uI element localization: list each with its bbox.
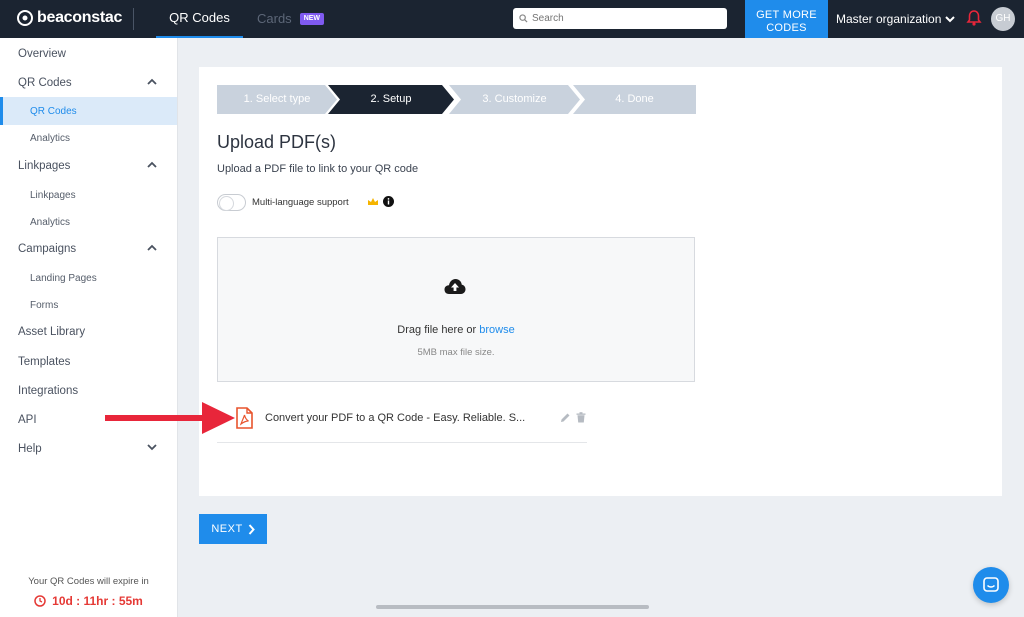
tab-cards[interactable]: Cards NEW <box>257 0 325 38</box>
sidebar-item-help[interactable]: Help <box>0 439 177 459</box>
organization-name: Master organization <box>836 12 942 26</box>
get-more-line-1: GET MORE <box>756 9 817 21</box>
sidebar: Overview QR Codes QR Codes Analytics Lin… <box>0 38 178 617</box>
step-select-type[interactable]: 1. Select type <box>217 85 337 114</box>
organization-dropdown[interactable]: Master organization <box>836 12 956 26</box>
multi-language-toggle[interactable] <box>217 194 246 211</box>
file-dropzone[interactable]: Drag file here or browse 5MB max file si… <box>217 237 695 382</box>
tab-cards-label: Cards <box>257 11 292 26</box>
get-more-line-2: CODES <box>766 22 807 34</box>
chevron-up-icon <box>147 78 157 85</box>
sidebar-item-linkpages[interactable]: Linkpages <box>0 156 177 176</box>
file-name: Convert your PDF to a QR Code - Easy. Re… <box>265 412 526 424</box>
sidebar-item-landing-pages[interactable]: Landing Pages <box>0 268 177 288</box>
sidebar-item-linkpages-list[interactable]: Linkpages <box>0 185 177 205</box>
sidebar-item-linkpages-analytics[interactable]: Analytics <box>0 212 177 232</box>
annotation-arrow <box>105 402 235 434</box>
sidebar-item-campaigns[interactable]: Campaigns <box>0 239 177 259</box>
cloud-upload-icon <box>444 279 466 294</box>
bell-icon[interactable] <box>966 9 982 27</box>
search-box[interactable] <box>513 8 727 29</box>
expire-notice: Your QR Codes will expire in <box>28 576 149 587</box>
step-done[interactable]: 4. Done <box>573 85 696 114</box>
chevron-right-icon <box>248 523 255 535</box>
search-icon <box>519 14 528 23</box>
beaconstac-logo-icon <box>17 10 33 26</box>
new-badge: NEW <box>299 13 325 25</box>
navbar-divider <box>133 8 134 30</box>
chat-widget-button[interactable] <box>973 567 1009 603</box>
wizard-steps: 1. Select type 2. Setup 3. Customize 4. … <box>217 85 696 114</box>
chat-icon <box>983 577 999 592</box>
drag-text: Drag file here or <box>397 324 477 336</box>
sidebar-help-label: Help <box>18 443 42 455</box>
uploaded-file-row: Convert your PDF to a QR Code - Easy. Re… <box>217 401 587 443</box>
top-navbar: beaconstac QR Codes Cards NEW GET MORE C… <box>0 0 1024 38</box>
get-more-codes-button[interactable]: GET MORE CODES <box>745 0 828 38</box>
browse-link[interactable]: browse <box>479 324 514 336</box>
sidebar-qr-codes-label: QR Codes <box>18 77 72 89</box>
page-subtitle: Upload a PDF file to link to your QR cod… <box>217 163 419 175</box>
step-customize[interactable]: 3. Customize <box>449 85 580 114</box>
multi-language-label: Multi-language support <box>252 197 349 208</box>
setup-panel: 1. Select type 2. Setup 3. Customize 4. … <box>199 67 1002 496</box>
max-size-note: 5MB max file size. <box>417 347 495 358</box>
next-button[interactable]: NEXT <box>199 514 267 544</box>
sidebar-linkpages-label: Linkpages <box>18 160 71 172</box>
trash-icon[interactable] <box>576 412 586 423</box>
chevron-down-icon <box>945 15 956 22</box>
crown-icon <box>368 198 378 205</box>
sidebar-item-qr-codes-list[interactable]: QR Codes <box>0 97 177 125</box>
step-setup[interactable]: 2. Setup <box>328 85 454 114</box>
sidebar-item-qr-analytics[interactable]: Analytics <box>0 128 177 148</box>
pencil-icon[interactable] <box>560 412 571 423</box>
timer-value: 10d : 11hr : 55m <box>52 594 143 608</box>
sidebar-campaigns-label: Campaigns <box>18 243 77 255</box>
drag-instructions: Drag file here or browse <box>218 324 694 336</box>
chevron-up-icon <box>147 161 157 168</box>
user-avatar[interactable]: GH <box>991 7 1015 31</box>
horizontal-scrollbar[interactable] <box>376 605 649 609</box>
pdf-file-icon <box>236 407 253 429</box>
clock-icon <box>34 595 46 607</box>
sidebar-item-forms[interactable]: Forms <box>0 295 177 315</box>
beaconstac-logo[interactable]: beaconstac <box>17 9 122 27</box>
next-label: NEXT <box>211 523 243 535</box>
sidebar-item-templates[interactable]: Templates <box>0 352 177 372</box>
search-input[interactable] <box>532 13 712 24</box>
chevron-down-icon <box>147 444 157 451</box>
info-icon[interactable] <box>383 196 394 207</box>
tab-qr-codes[interactable]: QR Codes <box>156 0 243 38</box>
sidebar-item-overview[interactable]: Overview <box>0 44 177 64</box>
chevron-up-icon <box>147 244 157 251</box>
sidebar-item-asset-library[interactable]: Asset Library <box>0 322 177 342</box>
page-title: Upload PDF(s) <box>217 132 337 152</box>
sidebar-item-qr-codes[interactable]: QR Codes <box>0 73 177 93</box>
logo-text: beaconstac <box>37 9 123 26</box>
expire-timer: 10d : 11hr : 55m <box>0 594 177 608</box>
